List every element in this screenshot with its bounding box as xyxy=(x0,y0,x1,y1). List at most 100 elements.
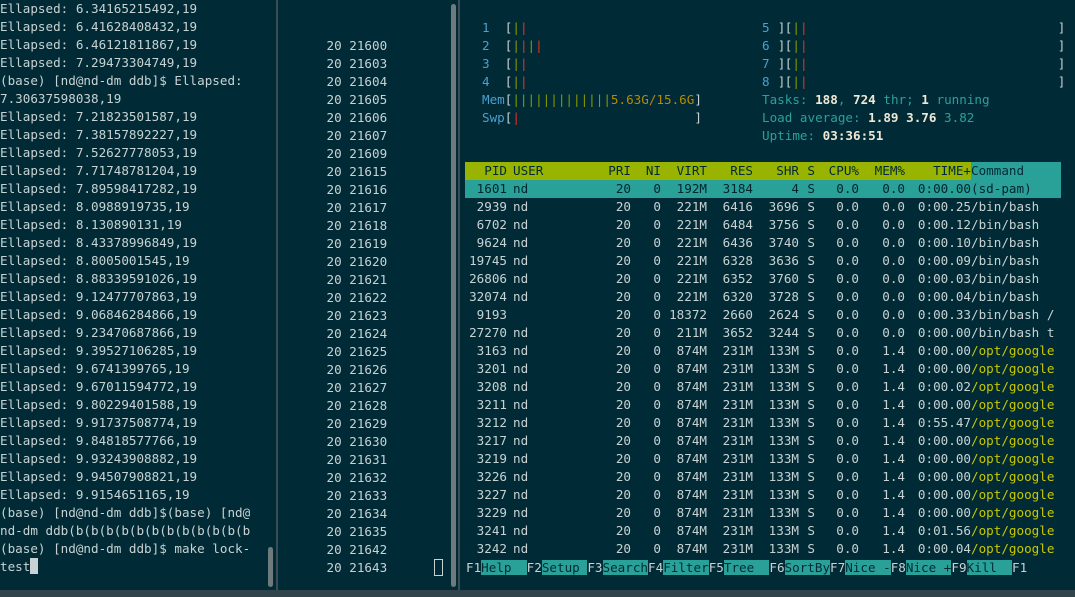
process-row[interactable]: 3242 nd 20 0 874M 231M 133M S 0.0 1.4 0:00.04/opt/… xyxy=(465,540,1061,558)
process-row[interactable]: 3201 nd 20 0 874M 231M 133M S 0.0 1.4 0:00.00/opt/… xyxy=(465,360,1061,378)
cpu-usage-bars: || xyxy=(792,20,808,35)
process-cell: /opt/google xyxy=(971,523,1055,538)
process-cell: 231M xyxy=(722,361,753,376)
fkey-number: F2 xyxy=(526,560,542,575)
process-cell: 0.0 xyxy=(815,180,859,198)
process-row[interactable]: 3229 nd 20 0 874M 231M 133M S 0.0 1.4 0:00.00/opt/… xyxy=(465,504,1061,522)
left-scrollbar[interactable] xyxy=(268,547,273,587)
process-row[interactable]: 3163 nd 20 0 874M 231M 133M S 0.0 1.4 0:00.00/opt/… xyxy=(465,342,1061,360)
process-cell: 0 xyxy=(653,469,661,484)
column-header[interactable]: VIRT xyxy=(661,162,707,180)
process-row[interactable]: 9193 20 0 18372 2660 2624 S 0.0 0.0 0:00.33/bin/b… xyxy=(465,306,1061,324)
process-cell: 221M xyxy=(676,289,707,304)
process-cell: S xyxy=(807,217,815,232)
cpu-label: 7 xyxy=(762,56,770,71)
process-cell: 32074 xyxy=(469,289,507,304)
fkey-label-kill[interactable]: Kill xyxy=(966,560,1013,575)
column-header[interactable]: CPU% xyxy=(815,162,859,180)
column-header[interactable]: PID xyxy=(465,162,507,180)
process-row[interactable]: 3211 nd 20 0 874M 231M 133M S 0.0 1.4 0:00.00/opt/… xyxy=(465,396,1061,414)
fkey-label-sortby[interactable]: SortBy xyxy=(784,560,831,575)
process-cell: nd xyxy=(513,433,529,448)
process-line: 20 21626 xyxy=(281,362,388,377)
process-cell: /bin/bash xyxy=(971,235,1040,250)
process-cell: 3241 xyxy=(476,523,507,538)
process-cell: 0.0 xyxy=(836,307,859,322)
process-row[interactable]: 3219 nd 20 0 874M 231M 133M S 0.0 1.4 0:00.00/opt/… xyxy=(465,450,1061,468)
process-cell: S xyxy=(807,379,815,394)
process-cell: nd xyxy=(513,235,529,250)
pane-divider[interactable] xyxy=(276,0,278,590)
fkey-label-filter[interactable]: Filter xyxy=(663,560,709,575)
fkey-label-setup[interactable]: Setup xyxy=(541,560,588,575)
process-row[interactable]: 3217 nd 20 0 874M 231M 133M S 0.0 1.4 0:00.00/opt/… xyxy=(465,432,1061,450)
column-header[interactable]: NI xyxy=(631,162,661,180)
column-header[interactable]: SHR xyxy=(753,162,799,180)
process-cell: 0.0 xyxy=(882,289,905,304)
function-key-bar: F1Help F2Setup F3SearchF4FilterF5Tree F6… xyxy=(466,559,1027,577)
process-cell: 0.0 xyxy=(836,433,859,448)
process-row[interactable]: 19745 nd 20 0 221M 6328 3636 S 0.0 0.0 0:00.09/bin… xyxy=(465,252,1061,270)
column-header[interactable]: PRI xyxy=(593,162,631,180)
process-cell: 874M xyxy=(676,361,707,376)
fkey-label-nice-[interactable]: Nice - xyxy=(845,560,891,575)
process-row[interactable]: 9624 nd 20 0 221M 6436 3740 S 0.0 0.0 0:00.10/bin/… xyxy=(465,234,1061,252)
process-row[interactable]: 26806 nd 20 0 221M 6352 3760 S 0.0 0.0 0:00.03/bin… xyxy=(465,270,1061,288)
process-line: 20 21631 xyxy=(281,452,388,467)
fkey-label-tree[interactable]: Tree xyxy=(723,560,770,575)
process-cell: /bin/bash xyxy=(971,217,1040,232)
left-terminal-pane[interactable]: Ellapsed: 6.34165215492,19 Ellapsed: 6.41… xyxy=(0,0,266,590)
process-cell: 1.4 xyxy=(882,523,905,538)
process-cell: 3756 xyxy=(768,217,799,232)
process-cell: 0:00.02 xyxy=(917,379,971,394)
cpu-label: 8 xyxy=(762,74,770,89)
terminal-prompt-line[interactable]: test xyxy=(0,558,266,576)
middle-scrollbar[interactable] xyxy=(451,4,456,587)
process-table[interactable]: PID USER PRI NI VIRT RES SHR S CPU% MEM% TIME+ Comm… xyxy=(465,162,1061,558)
cpu-meter: 5 [|| ] xyxy=(762,19,1065,37)
process-cell: 874M xyxy=(676,343,707,358)
column-header[interactable]: TIME+ xyxy=(905,162,971,180)
process-line: 20 21618 xyxy=(281,218,388,233)
terminal-line: Ellapsed: 9.91737508774,19 xyxy=(0,415,198,430)
process-cell: 874M xyxy=(676,379,707,394)
middle-terminal-pane[interactable]: 20 21600 20 21603 20 21604 20 21605 20 2… xyxy=(281,0,448,590)
process-cell: 1.4 xyxy=(882,469,905,484)
column-header[interactable]: MEM% xyxy=(859,162,905,180)
process-row[interactable]: 3208 nd 20 0 874M 231M 133M S 0.0 1.4 0:00.02/opt/… xyxy=(465,378,1061,396)
fkey-label-search[interactable]: Search xyxy=(602,560,649,575)
column-header[interactable]: USER xyxy=(507,162,593,180)
process-cell: S xyxy=(807,415,815,430)
process-row[interactable]: 3227 nd 20 0 874M 231M 133M S 0.0 1.4 0:00.00/opt/… xyxy=(465,486,1061,504)
process-row[interactable]: 3226 nd 20 0 874M 231M 133M S 0.0 1.4 0:00.00/opt/… xyxy=(465,468,1061,486)
column-header[interactable]: Command xyxy=(971,162,1061,180)
process-row[interactable]: 1601nd 20 0 192M 3184 4 S 0.0 0.0 0:00.00 (sd-pam) xyxy=(465,180,1061,198)
process-cell: 20 xyxy=(615,451,631,466)
process-cell: 0.0 xyxy=(836,397,859,412)
process-cell: 221M xyxy=(676,253,707,268)
process-line: 20 21624 xyxy=(281,326,388,341)
process-line: 20 21609 xyxy=(281,146,388,161)
terminal-line: Ellapsed: 8.88339591026,19 xyxy=(0,271,198,286)
process-row[interactable]: 32074 nd 20 0 221M 6320 3728 S 0.0 0.0 0:00.04/bin… xyxy=(465,288,1061,306)
process-row[interactable]: 6702 nd 20 0 221M 6484 3756 S 0.0 0.0 0:00.12/bin/… xyxy=(465,216,1061,234)
process-row[interactable]: 3212 nd 20 0 874M 231M 133M S 0.0 1.4 0:55.47/opt/… xyxy=(465,414,1061,432)
load-average: Load average: 1.89 3.76 3.82 xyxy=(762,110,975,125)
process-cell: 0:00.00 xyxy=(917,397,971,412)
process-cell: 6416 xyxy=(722,199,753,214)
process-line: 20 21625 xyxy=(281,344,388,359)
cpu-label: 3 xyxy=(482,56,490,71)
pane-divider[interactable] xyxy=(458,0,460,590)
fkey-label-nice-[interactable]: Nice + xyxy=(905,560,952,575)
process-cell: 3201 xyxy=(476,361,507,376)
process-line: 20 21642 xyxy=(281,542,388,557)
process-cell: S xyxy=(807,289,815,304)
process-row[interactable]: 2939 nd 20 0 221M 6416 3696 S 0.0 0.0 0:00.25/bin/… xyxy=(465,198,1061,216)
process-cell: S xyxy=(807,325,815,340)
column-header[interactable]: S xyxy=(799,162,815,180)
process-row[interactable]: 27270 nd 20 0 211M 3652 3244 S 0.0 0.0 0:00.00/bin… xyxy=(465,324,1061,342)
process-row[interactable]: 3241 nd 20 0 874M 231M 133M S 0.0 1.4 0:01.56/opt/… xyxy=(465,522,1061,540)
column-header[interactable]: RES xyxy=(707,162,753,180)
htop-pane[interactable]: 1 [|| ] 2 [|||| ] 3 [|| ] 4 [|| ] 5 [|| ] xyxy=(462,0,1075,590)
fkey-label-help[interactable]: Help xyxy=(481,560,527,575)
